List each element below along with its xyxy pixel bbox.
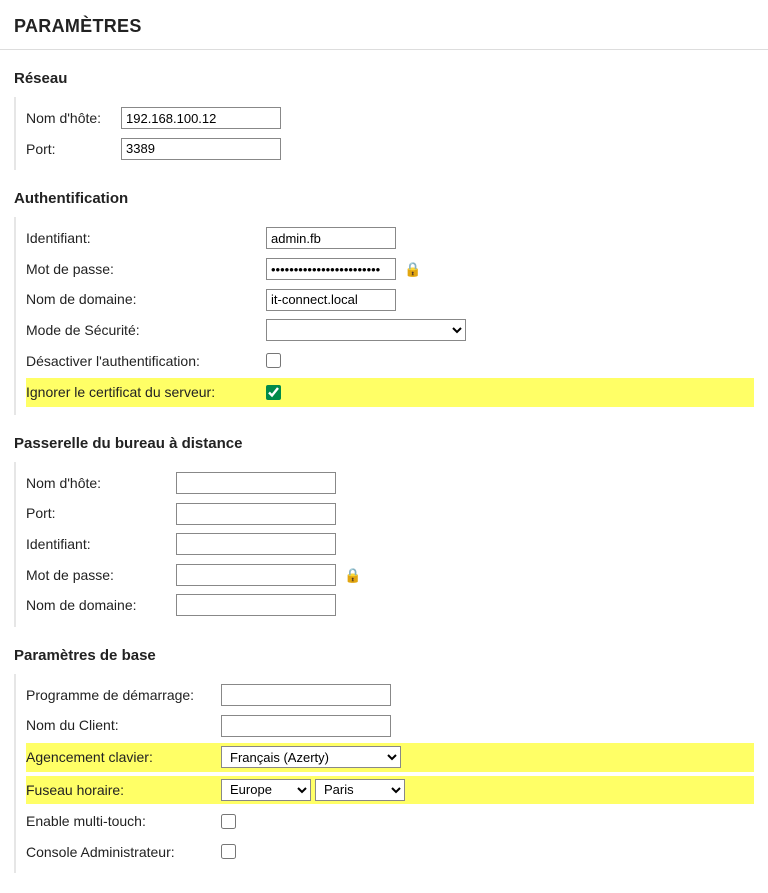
auth-domain-input[interactable]	[266, 289, 396, 311]
gw-user-input[interactable]	[176, 533, 336, 555]
auth-user-input[interactable]	[266, 227, 396, 249]
base-kb-label: Agencement clavier:	[26, 744, 221, 771]
reseau-host-input[interactable]	[121, 107, 281, 129]
reseau-port-label: Port:	[26, 136, 121, 163]
base-startup-label: Programme de démarrage:	[26, 682, 221, 709]
lock-icon: 🔒	[344, 562, 361, 589]
section-gateway: Nom d'hôte: Port: Identifiant: Mot de pa…	[14, 462, 754, 627]
reseau-port-input[interactable]	[121, 138, 281, 160]
gw-host-input[interactable]	[176, 472, 336, 494]
base-multitouch-checkbox[interactable]	[221, 814, 236, 829]
base-client-input[interactable]	[221, 715, 391, 737]
auth-secmode-label: Mode de Sécurité:	[26, 317, 266, 344]
auth-ignorecert-checkbox[interactable]	[266, 385, 281, 400]
section-title-base: Paramètres de base	[14, 647, 754, 664]
auth-ignorecert-label: Ignorer le certificat du serveur:	[26, 379, 266, 406]
base-multitouch-label: Enable multi-touch:	[26, 808, 221, 835]
reseau-host-label: Nom d'hôte:	[26, 105, 121, 132]
section-reseau: Nom d'hôte: Port:	[14, 97, 754, 170]
gw-domain-label: Nom de domaine:	[26, 592, 176, 619]
auth-pass-input[interactable]	[266, 258, 396, 280]
base-tz-region-select[interactable]: Europe	[221, 779, 311, 801]
auth-secmode-select[interactable]	[266, 319, 466, 341]
auth-user-label: Identifiant:	[26, 225, 266, 252]
gw-domain-input[interactable]	[176, 594, 336, 616]
page-title: PARAMÈTRES	[0, 0, 768, 50]
base-startup-input[interactable]	[221, 684, 391, 706]
base-console-checkbox[interactable]	[221, 844, 236, 859]
base-client-label: Nom du Client:	[26, 712, 221, 739]
gw-user-label: Identifiant:	[26, 531, 176, 558]
gw-port-input[interactable]	[176, 503, 336, 525]
base-console-label: Console Administrateur:	[26, 839, 221, 866]
auth-domain-label: Nom de domaine:	[26, 286, 266, 313]
base-kb-select[interactable]: Français (Azerty)	[221, 746, 401, 768]
gw-pass-label: Mot de passe:	[26, 562, 176, 589]
section-base: Programme de démarrage: Nom du Client: A…	[14, 674, 754, 874]
lock-icon: 🔒	[404, 256, 421, 283]
section-title-auth: Authentification	[14, 190, 754, 207]
base-tz-city-select[interactable]: Paris	[315, 779, 405, 801]
section-title-gateway: Passerelle du bureau à distance	[14, 435, 754, 452]
section-auth: Identifiant: Mot de passe: 🔒 Nom de doma…	[14, 217, 754, 415]
auth-pass-label: Mot de passe:	[26, 256, 266, 283]
gw-host-label: Nom d'hôte:	[26, 470, 176, 497]
section-title-reseau: Réseau	[14, 70, 754, 87]
auth-disable-label: Désactiver l'authentification:	[26, 348, 266, 375]
base-tz-label: Fuseau horaire:	[26, 777, 221, 804]
auth-disable-checkbox[interactable]	[266, 353, 281, 368]
gw-port-label: Port:	[26, 500, 176, 527]
gw-pass-input[interactable]	[176, 564, 336, 586]
